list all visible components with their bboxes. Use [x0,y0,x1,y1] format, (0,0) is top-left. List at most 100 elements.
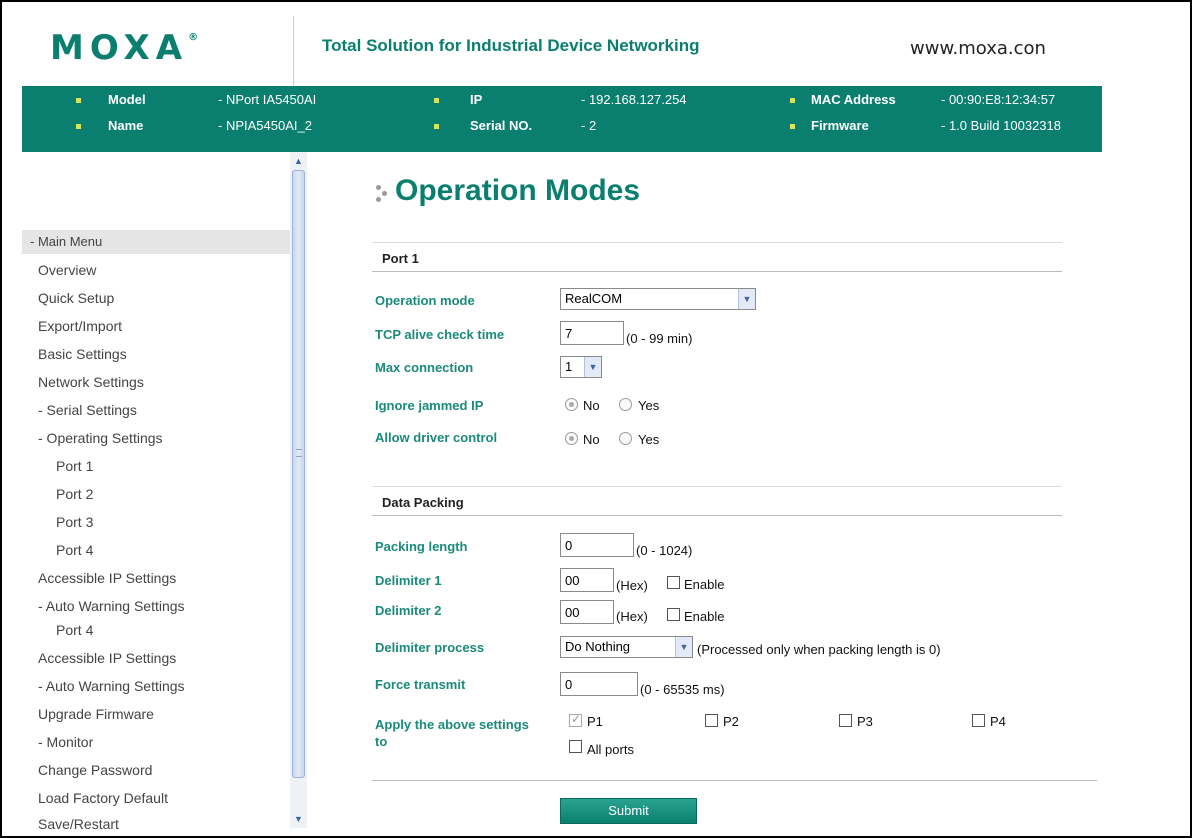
p4-checkbox[interactable] [972,714,985,727]
p3-label: P3 [857,714,873,729]
website-url: www.moxa.con [910,38,1046,59]
logo-divider [293,16,294,86]
ignore-ip-no-radio[interactable] [565,398,578,411]
menu-monitor[interactable]: - Monitor [38,734,93,750]
chevron-down-icon: ▼ [584,357,601,377]
submit-button[interactable]: Submit [560,798,697,824]
delimiter-2-enable-checkbox[interactable] [667,608,680,621]
port-section-title: Port 1 [382,251,419,266]
all-ports-checkbox[interactable] [569,740,582,753]
tcp-alive-label: TCP alive check time [375,327,505,342]
delimiter-process-label: Delimiter process [375,640,485,655]
delimiter-process-value: Do Nothing [565,639,631,654]
menu-load-factory-default[interactable]: Load Factory Default [38,790,168,806]
bullet-icon [790,98,795,103]
tagline: Total Solution for Industrial Device Net… [322,36,700,55]
menu-overview[interactable]: Overview [38,262,96,278]
scroll-down-icon[interactable]: ▼ [290,812,307,826]
mac-value: - 00:90:E8:12:34:57 [941,92,1056,107]
force-transmit-input[interactable] [560,672,638,696]
port-section-header: Port 1 [372,242,1062,272]
p1-checkbox[interactable] [569,712,582,727]
moxa-logo: MOXA® [50,28,198,68]
allow-driver-control-label: Allow driver control [375,430,498,445]
driver-yes-label: Yes [638,432,660,447]
menu-change-password[interactable]: Change Password [38,762,152,778]
apply-settings-label-2: to [375,734,388,749]
browser-frame: MOXA® Total Solution for Industrial Devi… [0,0,1192,838]
force-transmit-label: Force transmit [375,677,466,692]
packing-length-label: Packing length [375,539,468,554]
sidebar-scrollbar[interactable]: ▲ ▼ [290,152,307,828]
p3-checkbox[interactable] [839,714,852,727]
scroll-up-icon[interactable]: ▲ [290,154,307,168]
info-mac: MAC Address - 00:90:E8:12:34:57 [22,90,1102,110]
ignore-jammed-ip-label: Ignore jammed IP [375,398,484,413]
page-title: Operation Modes [395,174,641,207]
chevron-down-icon: ▼ [675,637,692,657]
max-connection-value: 1 [565,359,573,374]
delimiter-1-label: Delimiter 1 [375,573,442,588]
delimiter-2-input[interactable] [560,600,614,624]
menu-export-import[interactable]: Export/Import [38,318,122,334]
menu-auto-warning[interactable]: - Auto Warning Settings [38,598,185,614]
p4-label: P4 [990,714,1006,729]
packing-length-hint: (0 - 1024) [636,543,693,558]
p2-label: P2 [723,714,739,729]
apply-settings-label-1: Apply the above settings [375,717,529,732]
ignore-ip-no-label: No [583,398,600,413]
menu-auto-warning-2[interactable]: - Auto Warning Settings [38,678,185,694]
max-connection-select[interactable]: 1 ▼ [560,356,602,378]
delimiter-1-hex: (Hex) [616,578,648,593]
operation-mode-select[interactable]: RealCOM ▼ [560,288,756,310]
force-transmit-hint: (0 - 65535 ms) [640,682,725,697]
driver-no-radio[interactable] [565,432,578,445]
driver-yes-radio[interactable] [619,432,632,445]
firmware-value: - 1.0 Build 10032318 [941,118,1061,133]
delimiter-1-enable-checkbox[interactable] [667,576,680,589]
max-connection-label: Max connection [375,360,474,375]
ignore-ip-yes-label: Yes [638,398,660,413]
data-packing-title: Data Packing [382,495,464,510]
delimiter-2-hex: (Hex) [616,609,648,624]
menu-port-4[interactable]: Port 4 [56,542,93,558]
menu-serial-settings[interactable]: - Serial Settings [38,402,137,418]
delimiter-2-label: Delimiter 2 [375,603,442,618]
menu-port-3[interactable]: Port 3 [56,514,93,530]
menu-operating-settings[interactable]: - Operating Settings [38,430,163,446]
menu-port-4-overlap[interactable]: Port 4 [56,622,93,638]
tcp-alive-input[interactable] [560,321,624,345]
data-packing-section-header: Data Packing [372,486,1062,516]
menu-basic-settings[interactable]: Basic Settings [38,346,127,362]
device-info-bar: Model - NPort IA5450AI Name - NPIA5450AI… [22,86,1102,152]
info-firmware: Firmware - 1.0 Build 10032318 [22,116,1102,136]
main-menu-head[interactable]: - Main Menu [22,230,290,254]
menu-save-restart[interactable]: Save/Restart [38,816,119,832]
p1-label: P1 [587,714,603,729]
ignore-ip-yes-radio[interactable] [619,398,632,411]
p2-checkbox[interactable] [705,714,718,727]
packing-length-input[interactable] [560,533,634,557]
delimiter-process-select[interactable]: Do Nothing ▼ [560,636,693,658]
title-dots-icon [374,185,394,205]
logo-text: MOXA [50,28,189,68]
menu-port-2[interactable]: Port 2 [56,486,93,502]
delimiter-2-enable-label: Enable [684,609,725,624]
menu-upgrade-firmware[interactable]: Upgrade Firmware [38,706,154,722]
menu-quick-setup[interactable]: Quick Setup [38,290,114,306]
delimiter-1-enable-label: Enable [684,577,725,592]
scroll-grip [296,449,302,457]
delimiter-1-input[interactable] [560,568,614,592]
main-content: Operation Modes Port 1 Operation mode Re… [307,152,1107,832]
chevron-down-icon: ▼ [738,289,755,309]
menu-accessible-ip-2[interactable]: Accessible IP Settings [38,650,176,666]
scroll-thumb[interactable] [292,170,305,778]
header: MOXA® Total Solution for Industrial Devi… [22,16,1102,86]
bottom-divider [372,780,1097,781]
menu-network-settings[interactable]: Network Settings [38,374,144,390]
bullet-icon [790,124,795,129]
menu-accessible-ip[interactable]: Accessible IP Settings [38,570,176,586]
menu-port-1[interactable]: Port 1 [56,458,93,474]
operation-mode-label: Operation mode [375,293,475,308]
mac-label: MAC Address [811,92,896,107]
